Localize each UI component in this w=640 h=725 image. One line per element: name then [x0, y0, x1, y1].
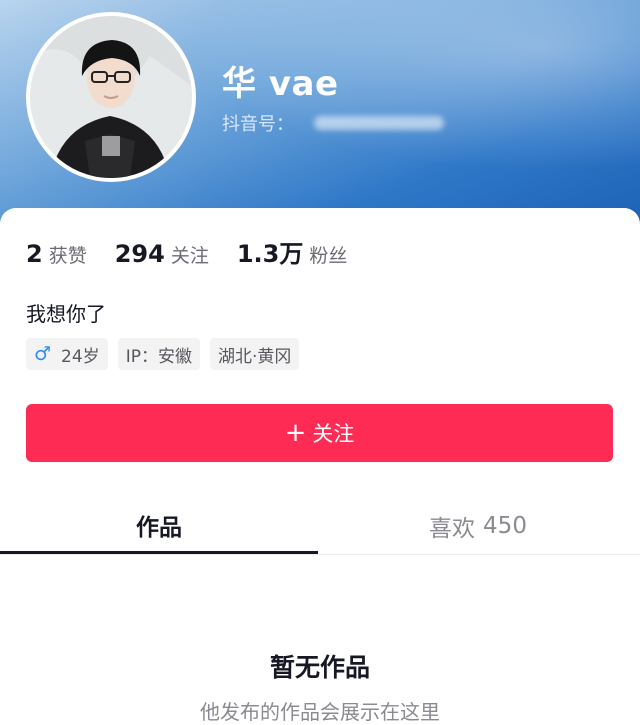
- stat-value: 294: [114, 240, 165, 268]
- follow-button-label: 关注: [312, 422, 355, 446]
- plus-icon: +: [284, 418, 307, 448]
- ip-label: IP：安徽: [125, 346, 192, 367]
- stat-value: 1.3万: [236, 240, 304, 268]
- tab-label: 喜欢: [429, 516, 476, 542]
- tag-location: 湖北·黄冈: [209, 338, 300, 370]
- username: 华 vae: [222, 64, 339, 104]
- age-label: 24岁: [61, 346, 100, 367]
- avatar[interactable]: [26, 12, 196, 182]
- tab-label: 作品: [136, 514, 182, 541]
- stat-likes[interactable]: 2 获赞: [26, 240, 87, 268]
- tab-likes[interactable]: 喜欢 450: [318, 498, 638, 554]
- empty-state-subtitle: 他发布的作品会展示在这里: [200, 700, 440, 724]
- location-label: 湖北·黄冈: [217, 346, 292, 367]
- douyin-id-value-blurred: [314, 116, 444, 130]
- tab-count: 450: [483, 513, 527, 539]
- stat-following[interactable]: 294 关注: [115, 240, 209, 268]
- stat-value: 2: [26, 240, 43, 268]
- empty-state-title: 暂无作品: [269, 653, 370, 682]
- douyin-id-label: 抖音号：: [222, 114, 294, 135]
- stat-label: 获赞: [48, 245, 87, 267]
- content-tabs: 作品 喜欢 450: [0, 498, 640, 555]
- douyin-id: 抖音号：: [222, 110, 444, 136]
- stat-followers[interactable]: 1.3万 粉丝: [237, 234, 348, 269]
- tag-ip: IP：安徽: [117, 338, 200, 370]
- bio-text: 我想你了: [26, 302, 106, 326]
- stat-label: 粉丝: [309, 245, 348, 267]
- follow-button[interactable]: + 关注: [26, 404, 613, 462]
- stat-label: 关注: [170, 245, 209, 267]
- tab-works[interactable]: 作品: [0, 498, 318, 554]
- profile-card: 2 获赞 294 关注 1.3万 粉丝 我想你了 ♂ 24岁 IP：安徽 湖北·…: [0, 208, 640, 724]
- male-icon: ♂: [34, 343, 52, 365]
- stats-row: 2 获赞 294 关注 1.3万 粉丝: [26, 234, 375, 269]
- tag-gender-age: ♂ 24岁: [26, 338, 108, 370]
- avatar-photo: [30, 16, 192, 178]
- profile-tags: ♂ 24岁 IP：安徽 湖北·黄冈: [26, 338, 309, 370]
